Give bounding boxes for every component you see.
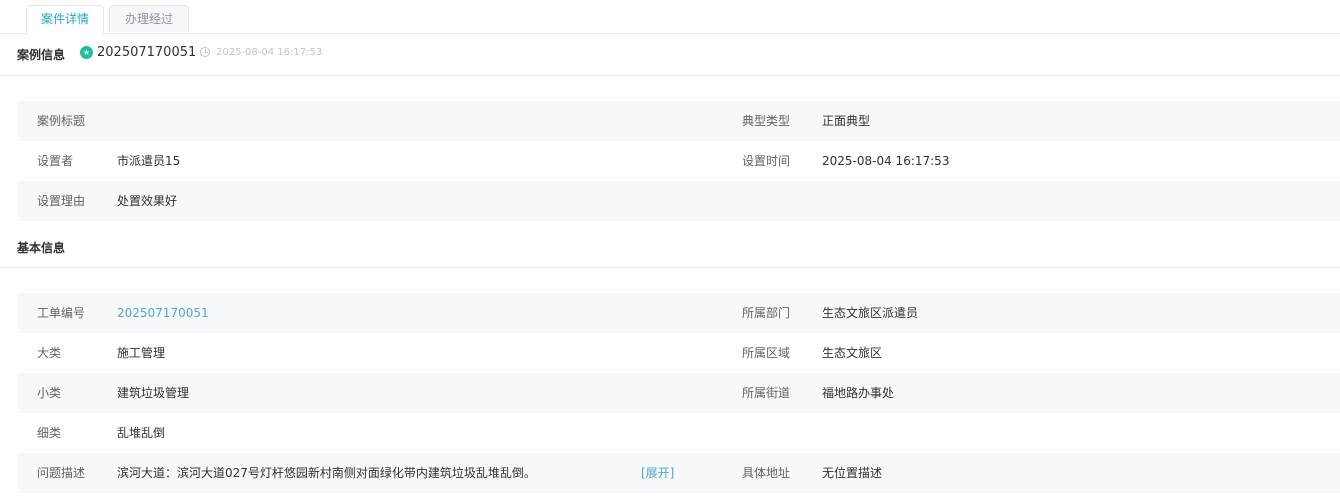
field-value: 处置效果好	[117, 194, 178, 208]
case-row-reason: 设置理由 处置效果好	[17, 181, 1340, 221]
tab-handling-process[interactable]: 办理经过	[109, 5, 189, 32]
field-value: 正面典型	[822, 114, 871, 128]
field-label: 问题描述	[37, 466, 86, 480]
field-value: 生态文旅区	[822, 346, 883, 360]
field-label: 工单编号	[37, 306, 86, 320]
field-value: 施工管理	[117, 346, 166, 360]
basic-row-category: 大类 施工管理 所属区域 生态文旅区	[17, 333, 1340, 373]
field-value: 乱堆乱倒	[117, 426, 166, 440]
case-row-title: 案例标题 典型类型 正面典型	[17, 101, 1340, 141]
field-label: 细类	[37, 426, 62, 440]
basic-row-subcategory: 小类 建筑垃圾管理 所属街道 福地路办事处	[17, 373, 1340, 413]
expand-link[interactable]: [展开]	[641, 453, 674, 493]
field-label: 小类	[37, 386, 62, 400]
basic-row-detail-category: 细类 乱堆乱倒	[17, 413, 1340, 453]
case-time: 2025-08-04 16:17:53	[216, 47, 323, 58]
field-label: 所属部门	[742, 306, 791, 320]
tab-bar: 案件详情 办理经过	[0, 0, 1340, 34]
basic-info-title: 基本信息	[17, 241, 66, 255]
field-label: 具体地址	[742, 466, 791, 480]
case-row-setter: 设置者 市派遣员15 设置时间 2025-08-04 16:17:53	[17, 141, 1340, 181]
field-label: 设置时间	[742, 154, 791, 168]
field-value: 福地路办事处	[822, 386, 895, 400]
field-value: 生态文旅区派遣员	[822, 306, 919, 320]
basic-info-header	[0, 221, 1340, 268]
case-number: 202507170051	[97, 45, 197, 60]
field-label: 所属街道	[742, 386, 791, 400]
field-value: 无位置描述	[822, 466, 883, 480]
field-value: 建筑垃圾管理	[117, 386, 190, 400]
field-label: 大类	[37, 346, 62, 360]
tab-case-details[interactable]: 案件详情	[26, 5, 104, 34]
order-number-link[interactable]: 202507170051	[117, 293, 209, 333]
field-label: 设置者	[37, 154, 74, 168]
basic-row-description: 问题描述 滨河大道：滨河大道027号灯杆悠园新村南侧对面绿化带内建筑垃圾乱堆乱倒…	[17, 453, 1340, 493]
field-label: 设置理由	[37, 194, 86, 208]
basic-row-order-number: 工单编号 202507170051 所属部门 生态文旅区派遣员	[17, 293, 1340, 333]
field-label: 典型类型	[742, 114, 791, 128]
field-value: 市派遣员15	[117, 154, 181, 168]
field-value: 2025-08-04 16:17:53	[822, 154, 950, 168]
problem-description: 滨河大道：滨河大道027号灯杆悠园新村南侧对面绿化带内建筑垃圾乱堆乱倒。	[117, 466, 536, 480]
field-label: 所属区域	[742, 346, 791, 360]
case-info-title: 案例信息	[17, 48, 66, 62]
field-label: 案例标题	[37, 114, 86, 128]
clock-icon	[200, 47, 210, 57]
case-star-icon: ★	[80, 46, 93, 59]
